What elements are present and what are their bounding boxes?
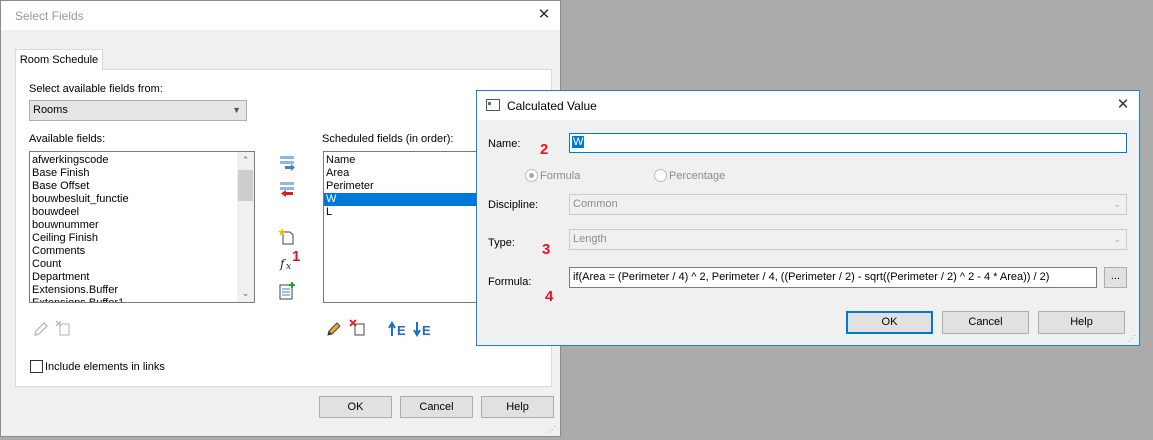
available-fields-label: Available fields:	[29, 133, 106, 145]
list-item[interactable]: Extensions.Buffer1	[30, 297, 254, 302]
browse-label: ...	[1110, 270, 1121, 282]
include-links-checkbox[interactable]	[30, 360, 43, 373]
chevron-down-icon: ⌄	[1113, 199, 1121, 209]
close-icon[interactable]: ✕	[1113, 95, 1133, 115]
cancel-label: Cancel	[419, 401, 454, 413]
type-value: Length	[573, 233, 607, 245]
remove-field-icon[interactable]	[277, 179, 297, 199]
list-item[interactable]: afwerkingscode	[30, 154, 254, 167]
scroll-thumb[interactable]	[238, 170, 253, 201]
annotation-marker-3: 3	[542, 241, 551, 258]
type-dropdown[interactable]: Length ⌄	[569, 229, 1127, 250]
ok-button[interactable]: OK	[319, 396, 392, 418]
name-value: W	[572, 136, 585, 148]
list-item[interactable]: Department	[30, 271, 254, 284]
list-item[interactable]: Base Offset	[30, 180, 254, 193]
select-from-value: Rooms	[33, 104, 68, 116]
help-button[interactable]: Help	[1038, 311, 1125, 334]
ok-button[interactable]: OK	[846, 311, 933, 334]
select-from-label: Select available fields from:	[29, 83, 163, 95]
percentage-radio[interactable]	[654, 169, 667, 182]
list-item[interactable]: bouwnummer	[30, 219, 254, 232]
formula-input[interactable]: if(Area = (Perimeter / 4) ^ 2, Perimeter…	[569, 267, 1097, 288]
ok-label: OK	[881, 316, 898, 328]
list-item[interactable]: Area	[324, 167, 482, 180]
chevron-down-icon: ▼	[232, 105, 241, 115]
list-item[interactable]: Perimeter	[324, 180, 482, 193]
cancel-label: Cancel	[968, 316, 1003, 328]
combine-parameters-icon[interactable]	[277, 281, 297, 301]
annotation-marker-1: 1	[292, 248, 301, 265]
title-bar: Select Fields ✕	[1, 1, 560, 30]
calculated-value-dialog: Calculated Value ✕ Name: W Formula Perce…	[476, 90, 1140, 346]
list-item[interactable]: bouwbesluit_functie	[30, 193, 254, 206]
type-label: Type:	[488, 237, 515, 249]
add-field-icon[interactable]	[277, 153, 297, 173]
scrollbar[interactable]: ⌃ ⌄	[237, 152, 254, 302]
annotation-marker-2: 2	[540, 141, 549, 158]
discipline-value: Common	[573, 198, 618, 210]
delete-parameter-icon[interactable]	[348, 318, 368, 338]
edit-pencil-icon[interactable]	[324, 319, 344, 339]
svg-text:E: E	[397, 323, 406, 338]
scroll-down-icon[interactable]: ⌄	[237, 285, 254, 302]
list-item[interactable]: W	[324, 193, 482, 206]
list-item[interactable]: Comments	[30, 245, 254, 258]
tab-room-schedule[interactable]: Room Schedule	[15, 49, 103, 70]
include-links-label: Include elements in links	[45, 361, 165, 373]
title-bar: Calculated Value ✕	[477, 91, 1139, 120]
formula-label: Formula:	[488, 276, 532, 288]
close-icon[interactable]: ✕	[534, 5, 554, 25]
dialog-title: Calculated Value	[507, 99, 597, 113]
list-item[interactable]: Count	[30, 258, 254, 271]
svg-text:x: x	[286, 262, 291, 272]
dialog-title: Select Fields	[15, 9, 84, 23]
formula-radio[interactable]	[525, 169, 538, 182]
chevron-down-icon: ⌄	[1113, 234, 1121, 244]
discipline-label: Discipline:	[488, 199, 539, 211]
ok-label: OK	[347, 401, 364, 413]
discipline-dropdown[interactable]: Common ⌄	[569, 194, 1127, 215]
name-input[interactable]: W	[569, 133, 1127, 153]
new-parameter-icon[interactable]	[277, 227, 297, 247]
list-item[interactable]: Base Finish	[30, 167, 254, 180]
app-window-icon	[486, 99, 500, 111]
help-label: Help	[1070, 316, 1093, 328]
list-item[interactable]: L	[324, 206, 482, 219]
scroll-up-icon[interactable]: ⌃	[237, 152, 254, 169]
edit-pencil-icon[interactable]	[31, 319, 51, 339]
name-label: Name:	[488, 138, 521, 150]
list-item[interactable]: bouwdeel	[30, 206, 254, 219]
browse-button[interactable]: ...	[1104, 267, 1127, 288]
cancel-button[interactable]: Cancel	[400, 396, 473, 418]
resize-grip-icon[interactable]: ⋰	[548, 425, 556, 434]
formula-value: if(Area = (Perimeter / 4) ^ 2, Perimeter…	[573, 271, 1050, 283]
select-from-dropdown[interactable]: Rooms ▼	[29, 100, 247, 121]
move-down-icon[interactable]: E	[412, 319, 432, 339]
scheduled-fields-label: Scheduled fields (in order):	[322, 133, 454, 145]
radio-dot	[529, 173, 534, 178]
list-item[interactable]: Name	[324, 154, 482, 167]
help-button[interactable]: Help	[481, 396, 554, 418]
available-fields-list[interactable]: afwerkingscode Base Finish Base Offset bouw…	[29, 151, 255, 303]
list-item[interactable]: Ceiling Finish	[30, 232, 254, 245]
move-up-icon[interactable]: E	[387, 319, 407, 339]
delete-parameter-icon[interactable]	[53, 318, 73, 338]
list-item[interactable]: Extensions.Buffer	[30, 284, 254, 297]
percentage-radio-label: Percentage	[669, 170, 726, 182]
formula-radio-label: Formula	[540, 170, 581, 182]
cancel-button[interactable]: Cancel	[942, 311, 1029, 334]
tab-label: Room Schedule	[19, 54, 99, 66]
help-label: Help	[506, 401, 529, 413]
resize-grip-icon[interactable]: ⋰	[1128, 334, 1136, 343]
annotation-marker-4: 4	[545, 288, 554, 305]
svg-text:E: E	[422, 323, 431, 338]
scheduled-fields-list[interactable]: Name Area Perimeter W L	[323, 151, 483, 303]
